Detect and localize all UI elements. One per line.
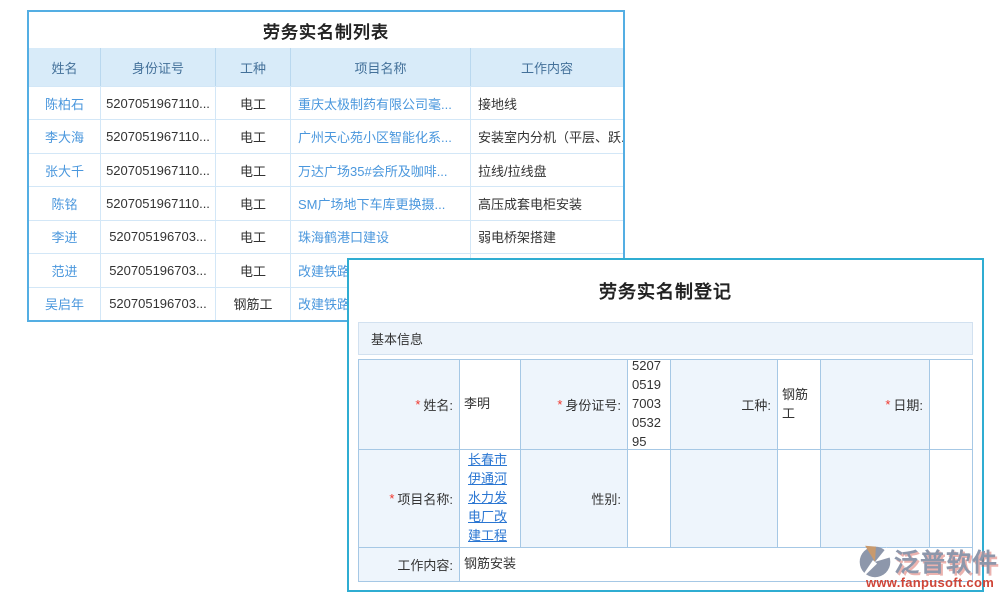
empty-label-cell bbox=[671, 450, 777, 547]
value-date bbox=[930, 360, 972, 449]
id-number-cell: 5207051967110... bbox=[100, 120, 215, 152]
project-link[interactable]: 广州天心苑小区智能化系... bbox=[290, 120, 470, 152]
table-row: 张大千 5207051967110... 电工 万达广场35#会所及咖啡... … bbox=[29, 153, 623, 186]
label-project: * 项目名称: bbox=[359, 450, 459, 547]
label-date: * 日期: bbox=[821, 360, 929, 449]
fanpu-watermark: 泛普软件 www.fanpusoft.com bbox=[856, 543, 1000, 590]
name-link[interactable]: 陈柏石 bbox=[29, 87, 100, 119]
project-name-link[interactable]: 长春市伊通河水力发电厂改建工程 bbox=[468, 451, 512, 545]
name-link[interactable]: 陈铭 bbox=[29, 187, 100, 219]
id-number-cell: 5207051967110... bbox=[100, 87, 215, 119]
registration-form-panel: 劳务实名制登记 基本信息 * 姓名: 李明 * 身份证号: 5207051970… bbox=[347, 258, 984, 592]
value-gender bbox=[628, 450, 670, 547]
value-trade: 钢筋工 bbox=[778, 360, 820, 449]
value-id-number: 520705197003053295 bbox=[628, 360, 670, 449]
label-id-number: * 身份证号: bbox=[521, 360, 627, 449]
table-row: 陈铭 5207051967110... 电工 SM广场地下车库更换摄... 高压… bbox=[29, 186, 623, 219]
work-content-cell: 安装室内分机（平层、跃... bbox=[470, 120, 623, 152]
trade-cell: 电工 bbox=[215, 120, 290, 152]
label-name: * 姓名: bbox=[359, 360, 459, 449]
header-work-content: 工作内容 bbox=[470, 48, 623, 86]
required-marker: * bbox=[415, 397, 420, 412]
section-label: 基本信息 bbox=[371, 329, 423, 348]
trade-cell: 电工 bbox=[215, 221, 290, 253]
list-header-row: 姓名 身份证号 工种 项目名称 工作内容 bbox=[29, 48, 623, 86]
empty-value-cell bbox=[930, 450, 972, 547]
trade-cell: 电工 bbox=[215, 187, 290, 219]
id-number-cell: 5207051967110... bbox=[100, 154, 215, 186]
table-row: 李大海 5207051967110... 电工 广州天心苑小区智能化系... 安… bbox=[29, 119, 623, 152]
empty-label-cell bbox=[821, 450, 929, 547]
table-row: 陈柏石 5207051967110... 电工 重庆太极制药有限公司毫... 接… bbox=[29, 86, 623, 119]
label-gender: 性别: bbox=[521, 450, 627, 547]
section-basic-info: 基本信息 bbox=[358, 322, 973, 355]
value-name: 李明 bbox=[460, 360, 520, 449]
name-link[interactable]: 范进 bbox=[29, 254, 100, 286]
name-link[interactable]: 李大海 bbox=[29, 120, 100, 152]
work-content-cell: 接地线 bbox=[470, 87, 623, 119]
table-row: 李进 520705196703... 电工 珠海鹤港口建设 弱电桥架搭建 bbox=[29, 220, 623, 253]
header-trade: 工种 bbox=[215, 48, 290, 86]
empty-value-cell bbox=[778, 450, 820, 547]
brand-url: www.fanpusoft.com bbox=[856, 575, 1000, 590]
fanpu-logo-icon bbox=[856, 543, 894, 579]
project-link[interactable]: SM广场地下车库更换摄... bbox=[290, 187, 470, 219]
list-title: 劳务实名制列表 bbox=[29, 12, 623, 48]
id-number-cell: 520705196703... bbox=[100, 221, 215, 253]
project-link[interactable]: 珠海鹤港口建设 bbox=[290, 221, 470, 253]
name-link[interactable]: 李进 bbox=[29, 221, 100, 253]
work-content-cell: 弱电桥架搭建 bbox=[470, 221, 623, 253]
id-number-cell: 5207051967110... bbox=[100, 187, 215, 219]
project-link[interactable]: 重庆太极制药有限公司毫... bbox=[290, 87, 470, 119]
trade-cell: 钢筋工 bbox=[215, 288, 290, 320]
required-marker: * bbox=[557, 397, 562, 412]
trade-cell: 电工 bbox=[215, 254, 290, 286]
header-project: 项目名称 bbox=[290, 48, 470, 86]
form-title: 劳务实名制登记 bbox=[349, 260, 982, 322]
work-content-cell: 高压成套电柜安装 bbox=[470, 187, 623, 219]
name-link[interactable]: 张大千 bbox=[29, 154, 100, 186]
value-project: 长春市伊通河水力发电厂改建工程 bbox=[460, 450, 520, 547]
work-content-cell: 拉线/拉线盘 bbox=[470, 154, 623, 186]
header-name: 姓名 bbox=[29, 48, 100, 86]
id-number-cell: 520705196703... bbox=[100, 254, 215, 286]
trade-cell: 电工 bbox=[215, 154, 290, 186]
name-link[interactable]: 吴启年 bbox=[29, 288, 100, 320]
required-marker: * bbox=[389, 491, 394, 506]
watermark-top: 泛普软件 bbox=[856, 543, 1000, 579]
label-trade: 工种: bbox=[671, 360, 777, 449]
brand-text: 泛普软件 bbox=[894, 543, 998, 579]
id-number-cell: 520705196703... bbox=[100, 288, 215, 320]
header-id-number: 身份证号 bbox=[100, 48, 215, 86]
project-link[interactable]: 万达广场35#会所及咖啡... bbox=[290, 154, 470, 186]
required-marker: * bbox=[885, 397, 890, 412]
trade-cell: 电工 bbox=[215, 87, 290, 119]
label-work-content: 工作内容: bbox=[359, 548, 459, 581]
